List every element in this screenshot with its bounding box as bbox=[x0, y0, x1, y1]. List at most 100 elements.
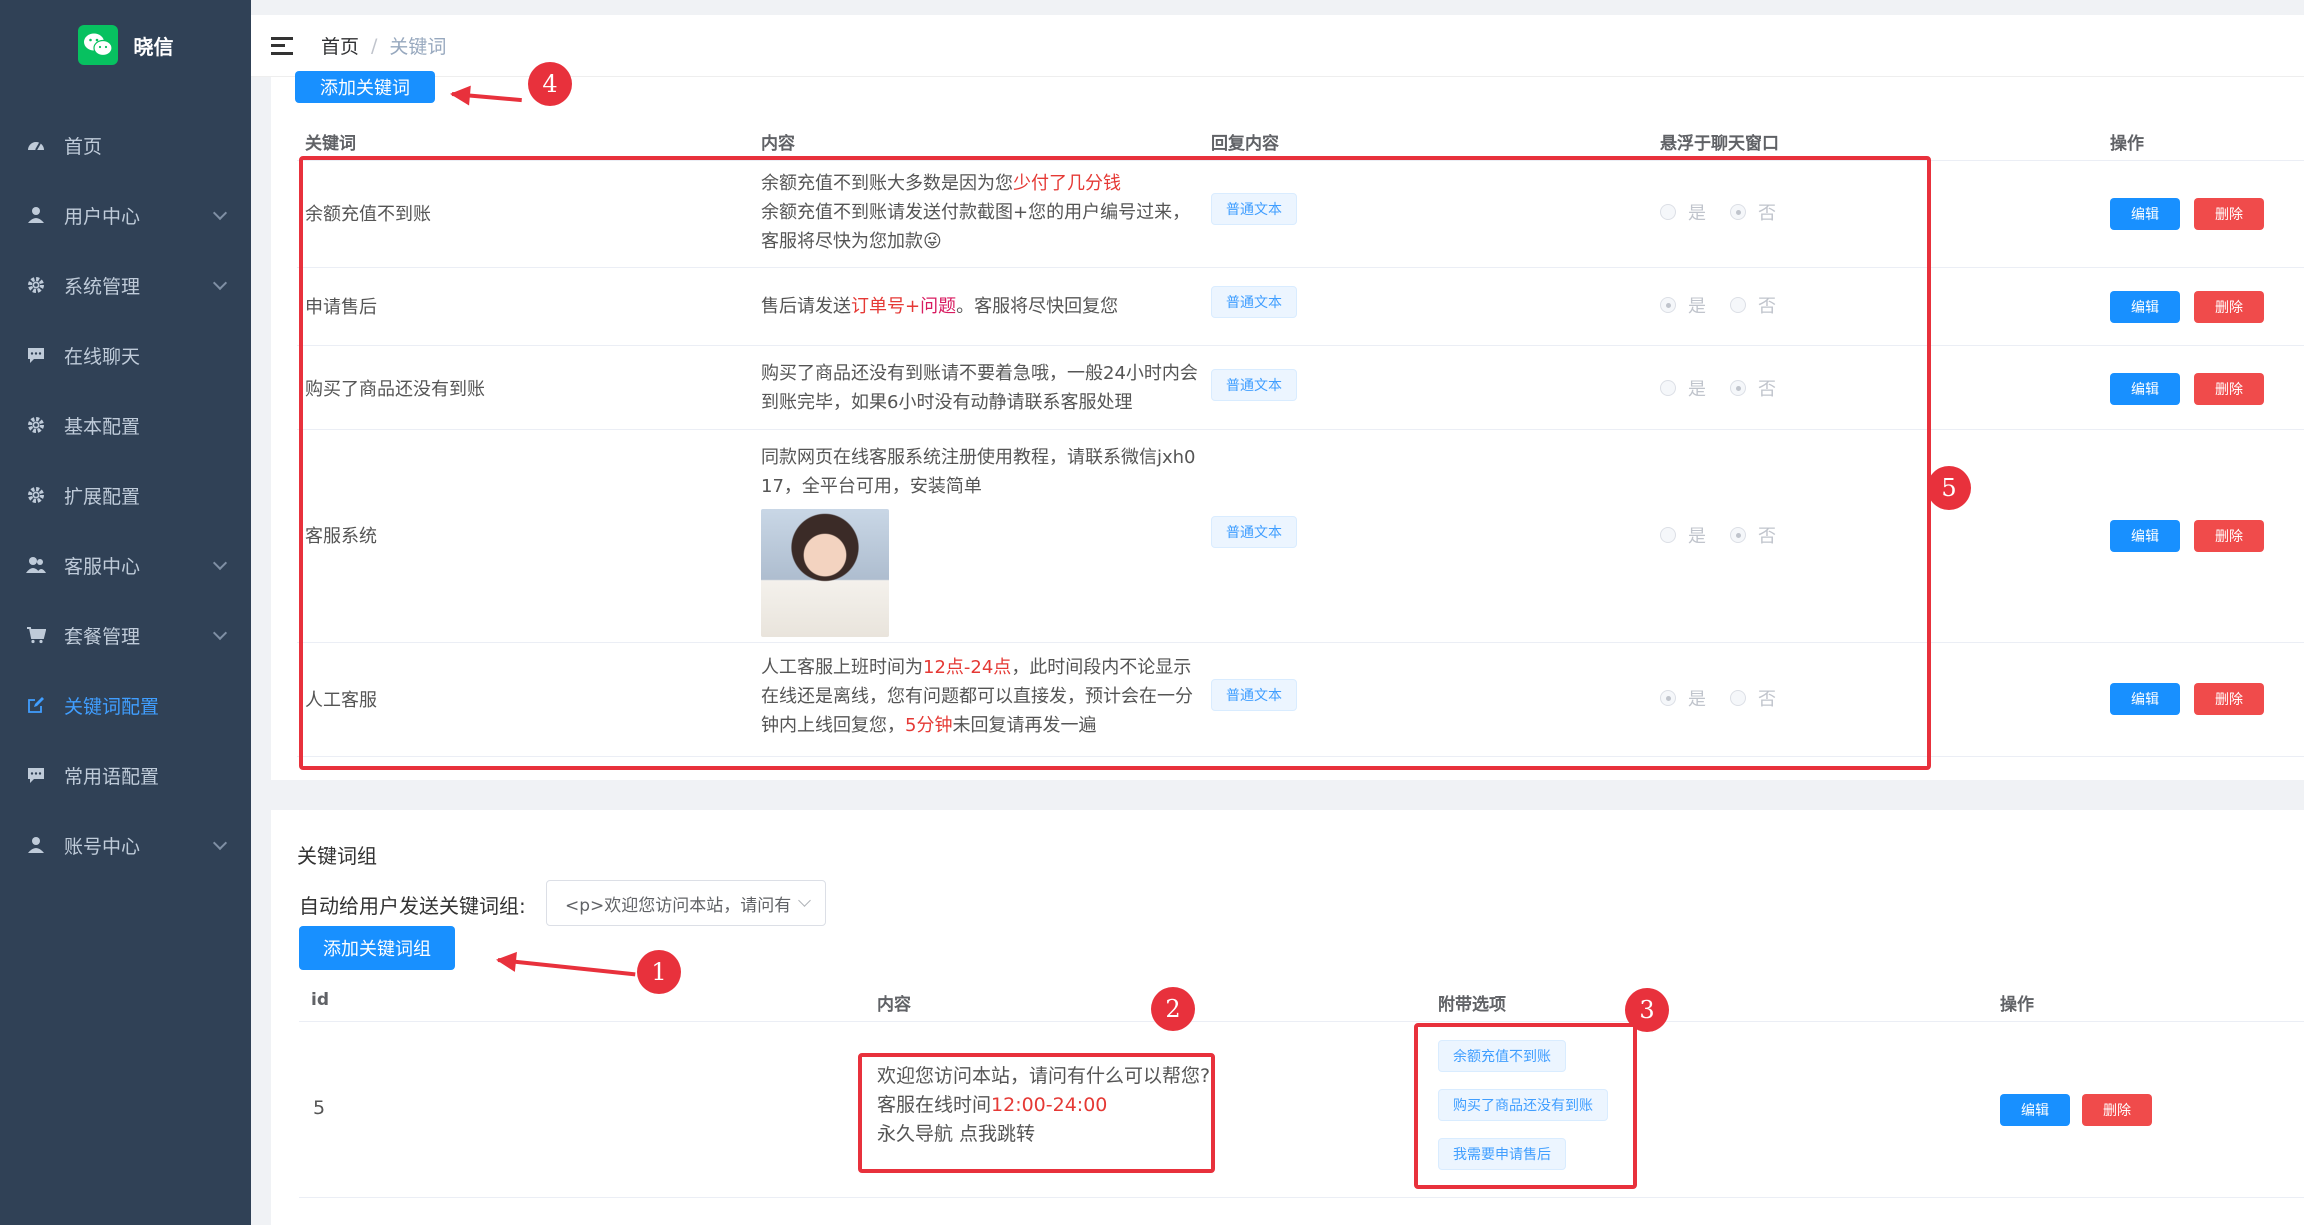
radio-yes[interactable]: 是 bbox=[1660, 292, 1706, 318]
content-link[interactable]: 永久导航 点我跳转 bbox=[877, 1120, 1210, 1149]
content-cell: 售后请发送订单号+问题。客服将尽快回复您 bbox=[761, 292, 1206, 321]
sidebar: 晓信 首页 用户中心 系统管理 在线聊天 基本配置 扩展配置 客服中心 套餐管理… bbox=[0, 0, 251, 1225]
content-text: 客服在线时间 bbox=[877, 1094, 992, 1116]
sidebar-item-phrases[interactable]: 常用语配置 bbox=[0, 740, 251, 810]
content-highlight: 12点-24点 bbox=[923, 657, 1012, 678]
table-row: 5 欢迎您访问本站，请问有什么可以帮您? 客服在线时间12:00-24:00 永… bbox=[299, 1022, 2304, 1198]
annotation-badge-4: 4 bbox=[528, 62, 572, 106]
option-tag: 余额充值不到账 bbox=[1438, 1040, 1566, 1072]
app-root: 晓信 首页 用户中心 系统管理 在线聊天 基本配置 扩展配置 客服中心 套餐管理… bbox=[0, 0, 2304, 1225]
add-keyword-group-button[interactable]: 添加关键词组 bbox=[299, 926, 455, 970]
radio-yes[interactable]: 是 bbox=[1660, 685, 1706, 711]
radio-no[interactable]: 否 bbox=[1730, 375, 1776, 401]
sidebar-item-label: 在线聊天 bbox=[64, 345, 141, 368]
top-strip bbox=[251, 0, 2304, 15]
edit-button[interactable]: 编辑 bbox=[2000, 1094, 2070, 1126]
annotation-badge-2: 2 bbox=[1151, 987, 1195, 1031]
sidebar-item-service-center[interactable]: 客服中心 bbox=[0, 530, 251, 600]
content-gutter bbox=[251, 77, 271, 1225]
radio-label: 否 bbox=[1758, 203, 1776, 224]
content-highlight: 订单号 bbox=[851, 296, 905, 317]
radio-label: 否 bbox=[1758, 379, 1776, 400]
radio-label: 是 bbox=[1688, 689, 1706, 710]
float-radio-group: 是 否 bbox=[1660, 685, 1776, 711]
breadcrumb-home[interactable]: 首页 bbox=[321, 32, 359, 59]
chevron-down-icon bbox=[212, 205, 228, 221]
col-content: 内容 bbox=[761, 134, 795, 154]
delete-button[interactable]: 删除 bbox=[2194, 291, 2264, 323]
radio-label: 否 bbox=[1758, 526, 1776, 547]
delete-button[interactable]: 删除 bbox=[2194, 683, 2264, 715]
col-options: 附带选项 bbox=[1438, 995, 1506, 1015]
keyword-groups-card: 关键词组 自动给用户发送关键词组: <p>欢迎您访问本站，请问有 添加关键词组 … bbox=[271, 810, 2304, 1225]
sidebar-item-label: 系统管理 bbox=[64, 275, 141, 298]
content-text: 未回复请再发一遍 bbox=[952, 715, 1097, 736]
chat-icon bbox=[26, 765, 46, 785]
cart-icon bbox=[26, 625, 46, 645]
sidebar-item-chat[interactable]: 在线聊天 bbox=[0, 320, 251, 390]
menu-toggle-icon[interactable] bbox=[271, 36, 293, 55]
chat-icon bbox=[26, 345, 46, 365]
reply-type-tag: 普通文本 bbox=[1211, 679, 1297, 711]
chevron-down-icon bbox=[212, 275, 228, 291]
keyword-cell: 申请售后 bbox=[305, 297, 377, 318]
select-value: <p>欢迎您访问本站，请问有 bbox=[565, 895, 792, 916]
delete-button[interactable]: 删除 bbox=[2194, 373, 2264, 405]
content-text: 同款网页在线客服系统注册使用教程，请联系微信jxh0 bbox=[761, 447, 1196, 468]
sidebar-item-packages[interactable]: 套餐管理 bbox=[0, 600, 251, 670]
col-reply: 回复内容 bbox=[1211, 134, 1279, 154]
edit-button[interactable]: 编辑 bbox=[2110, 291, 2180, 323]
content-text: 人工客服上班时间为 bbox=[761, 657, 923, 678]
content-text: 售后请发送 bbox=[761, 296, 851, 317]
table-row: 人工客服 人工客服上班时间为12点-24点，此时间段内不论显示 在线还是离线，您… bbox=[297, 643, 2304, 757]
sidebar-item-user-center[interactable]: 用户中心 bbox=[0, 180, 251, 250]
content-image bbox=[761, 509, 889, 637]
sidebar-item-basic-config[interactable]: 基本配置 bbox=[0, 390, 251, 460]
radio-no[interactable]: 否 bbox=[1730, 199, 1776, 225]
brand[interactable]: 晓信 bbox=[0, 0, 251, 90]
auto-send-select[interactable]: <p>欢迎您访问本站，请问有 bbox=[546, 880, 826, 926]
annotation-badge-3: 3 bbox=[1625, 988, 1669, 1032]
radio-dot bbox=[1730, 527, 1746, 543]
keywords-table-header: 关键词 内容 回复内容 悬浮于聊天窗口 操作 bbox=[297, 117, 2304, 161]
delete-button[interactable]: 删除 bbox=[2194, 198, 2264, 230]
delete-button[interactable]: 删除 bbox=[2194, 520, 2264, 552]
sidebar-item-label: 套餐管理 bbox=[64, 625, 141, 648]
sidebar-item-label: 首页 bbox=[64, 135, 103, 158]
breadcrumb-current: 关键词 bbox=[389, 36, 447, 58]
gear-icon bbox=[26, 485, 46, 505]
edit-button[interactable]: 编辑 bbox=[2110, 683, 2180, 715]
radio-no[interactable]: 否 bbox=[1730, 685, 1776, 711]
radio-dot bbox=[1660, 297, 1676, 313]
user-icon bbox=[26, 205, 46, 225]
sidebar-item-home[interactable]: 首页 bbox=[0, 110, 251, 180]
radio-no[interactable]: 否 bbox=[1730, 522, 1776, 548]
sidebar-item-account[interactable]: 账号中心 bbox=[0, 810, 251, 880]
delete-button[interactable]: 删除 bbox=[2082, 1094, 2152, 1126]
content-highlight: 少付了几分钱 bbox=[1013, 173, 1121, 194]
radio-yes[interactable]: 是 bbox=[1660, 522, 1706, 548]
radio-no[interactable]: 否 bbox=[1730, 292, 1776, 318]
edit-button[interactable]: 编辑 bbox=[2110, 373, 2180, 405]
col-content: 内容 bbox=[877, 995, 911, 1015]
sidebar-item-label: 常用语配置 bbox=[64, 765, 160, 788]
reply-type-tag: 普通文本 bbox=[1211, 369, 1297, 401]
sidebar-item-keywords[interactable]: 关键词配置 bbox=[0, 670, 251, 740]
table-row: 购买了商品还没有到账 购买了商品还没有到账请不要着急哦，一般24小时内会 到账完… bbox=[297, 346, 2304, 430]
radio-dot bbox=[1660, 690, 1676, 706]
radio-label: 是 bbox=[1688, 379, 1706, 400]
edit-icon bbox=[26, 695, 46, 715]
content-text: 在线还是离线，您有问题都可以直接发，预计会在一分 bbox=[761, 686, 1193, 707]
content-cell: 余额充值不到账大多数是因为您少付了几分钱 余额充值不到账请发送付款截图+您的用户… bbox=[761, 169, 1206, 256]
add-keyword-button[interactable]: 添加关键词 bbox=[295, 71, 435, 103]
content-cell: 人工客服上班时间为12点-24点，此时间段内不论显示 在线还是离线，您有问题都可… bbox=[761, 653, 1206, 740]
edit-button[interactable]: 编辑 bbox=[2110, 520, 2180, 552]
sidebar-item-system[interactable]: 系统管理 bbox=[0, 250, 251, 320]
radio-yes[interactable]: 是 bbox=[1660, 199, 1706, 225]
radio-label: 是 bbox=[1688, 526, 1706, 547]
edit-button[interactable]: 编辑 bbox=[2110, 198, 2180, 230]
sidebar-item-extend-config[interactable]: 扩展配置 bbox=[0, 460, 251, 530]
col-id: id bbox=[311, 990, 329, 1010]
section-separator bbox=[271, 780, 2304, 810]
radio-yes[interactable]: 是 bbox=[1660, 375, 1706, 401]
